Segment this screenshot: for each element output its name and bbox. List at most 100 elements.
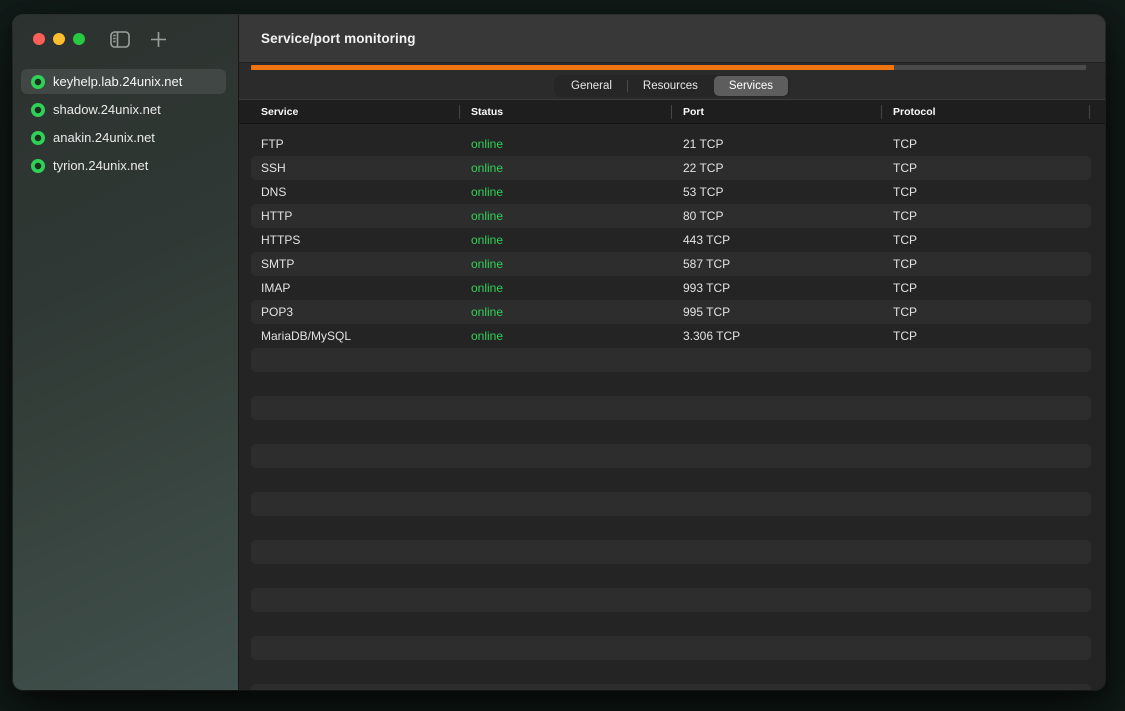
table-row-empty[interactable] bbox=[239, 564, 1105, 588]
main-header: Service/port monitoring bbox=[239, 15, 1105, 63]
cell-protocol: TCP bbox=[881, 156, 1104, 180]
table-row-empty[interactable] bbox=[239, 684, 1105, 690]
table-row-empty[interactable] bbox=[239, 516, 1105, 540]
refresh-progress-fill bbox=[251, 65, 894, 70]
table-row-empty[interactable] bbox=[239, 348, 1105, 372]
table-row-empty[interactable] bbox=[239, 636, 1105, 660]
page-title: Service/port monitoring bbox=[261, 31, 416, 46]
cell-port: 80 TCP bbox=[671, 204, 881, 228]
table-row[interactable]: DNS online 53 TCP TCP bbox=[239, 180, 1105, 204]
column-header-status[interactable]: Status bbox=[459, 100, 671, 124]
add-server-icon[interactable] bbox=[147, 28, 169, 50]
cell-port: 443 TCP bbox=[671, 228, 881, 252]
server-list: keyhelp.lab.24unix.net shadow.24unix.net… bbox=[13, 63, 238, 178]
cell-protocol: TCP bbox=[881, 204, 1104, 228]
cell-service: IMAP bbox=[239, 276, 459, 300]
table-row-empty[interactable] bbox=[239, 492, 1105, 516]
column-divider bbox=[459, 105, 460, 119]
main-pane: Service/port monitoring GeneralResources… bbox=[239, 15, 1105, 690]
cell-protocol: TCP bbox=[881, 324, 1104, 348]
refresh-progress-bar bbox=[251, 65, 1086, 70]
cell-status: online bbox=[459, 228, 671, 252]
server-status-icon bbox=[31, 131, 45, 145]
cell-protocol: TCP bbox=[881, 300, 1104, 324]
table-row-empty[interactable] bbox=[239, 540, 1105, 564]
table-row[interactable]: POP3 online 995 TCP TCP bbox=[239, 300, 1105, 324]
table-row[interactable]: SMTP online 587 TCP TCP bbox=[239, 252, 1105, 276]
cell-status: online bbox=[459, 132, 671, 156]
table-row[interactable]: FTP online 21 TCP TCP bbox=[239, 132, 1105, 156]
cell-status: online bbox=[459, 156, 671, 180]
progress-zone bbox=[239, 63, 1105, 72]
sidebar-toggle-icon[interactable] bbox=[109, 28, 131, 50]
server-label: shadow.24unix.net bbox=[53, 102, 161, 117]
cell-protocol: TCP bbox=[881, 228, 1104, 252]
table-row-empty[interactable] bbox=[239, 660, 1105, 684]
cell-protocol: TCP bbox=[881, 252, 1104, 276]
table-row-empty[interactable] bbox=[239, 468, 1105, 492]
close-button[interactable] bbox=[33, 33, 45, 45]
sidebar-item-server-0[interactable]: keyhelp.lab.24unix.net bbox=[21, 69, 226, 94]
cell-protocol: TCP bbox=[881, 180, 1104, 204]
traffic-lights bbox=[33, 33, 85, 45]
column-divider bbox=[881, 105, 882, 119]
column-header-service[interactable]: Service bbox=[239, 100, 459, 124]
sidebar-item-server-2[interactable]: anakin.24unix.net bbox=[21, 125, 226, 150]
cell-status: online bbox=[459, 300, 671, 324]
cell-service: MariaDB/MySQL bbox=[239, 324, 459, 348]
table-header: ServiceStatusPortProtocol bbox=[239, 100, 1105, 124]
app-window: keyhelp.lab.24unix.net shadow.24unix.net… bbox=[13, 15, 1105, 690]
sidebar-item-server-1[interactable]: shadow.24unix.net bbox=[21, 97, 226, 122]
cell-status: online bbox=[459, 324, 671, 348]
server-label: tyrion.24unix.net bbox=[53, 158, 148, 173]
cell-service: HTTPS bbox=[239, 228, 459, 252]
column-header-port[interactable]: Port bbox=[671, 100, 881, 124]
tab-services[interactable]: Services bbox=[714, 76, 788, 96]
server-status-icon bbox=[31, 159, 45, 173]
table-row[interactable]: IMAP online 993 TCP TCP bbox=[239, 276, 1105, 300]
server-status-icon bbox=[31, 103, 45, 117]
cell-port: 22 TCP bbox=[671, 156, 881, 180]
cell-port: 587 TCP bbox=[671, 252, 881, 276]
cell-port: 3.306 TCP bbox=[671, 324, 881, 348]
cell-status: online bbox=[459, 204, 671, 228]
cell-protocol: TCP bbox=[881, 276, 1104, 300]
tab-resources[interactable]: Resources bbox=[628, 76, 713, 96]
table-row-empty[interactable] bbox=[239, 372, 1105, 396]
column-header-protocol[interactable]: Protocol bbox=[881, 100, 1104, 124]
table-row-empty[interactable] bbox=[239, 588, 1105, 612]
tabs-row: GeneralResourcesServices bbox=[239, 72, 1105, 100]
table-row-empty[interactable] bbox=[239, 612, 1105, 636]
table-row[interactable]: MariaDB/MySQL online 3.306 TCP TCP bbox=[239, 324, 1105, 348]
cell-port: 995 TCP bbox=[671, 300, 881, 324]
minimize-button[interactable] bbox=[53, 33, 65, 45]
table-row-empty[interactable] bbox=[239, 444, 1105, 468]
zoom-button[interactable] bbox=[73, 33, 85, 45]
sidebar-item-server-3[interactable]: tyrion.24unix.net bbox=[21, 153, 226, 178]
server-status-icon bbox=[31, 75, 45, 89]
table-row[interactable]: HTTP online 80 TCP TCP bbox=[239, 204, 1105, 228]
table-row-empty[interactable] bbox=[239, 420, 1105, 444]
cell-status: online bbox=[459, 180, 671, 204]
service-table-body: FTP online 21 TCP TCP SSH online 22 TCP … bbox=[239, 124, 1105, 690]
cell-service: POP3 bbox=[239, 300, 459, 324]
cell-service: FTP bbox=[239, 132, 459, 156]
tab-segmented-control: GeneralResourcesServices bbox=[554, 75, 790, 97]
column-divider bbox=[671, 105, 672, 119]
cell-status: online bbox=[459, 252, 671, 276]
cell-service: DNS bbox=[239, 180, 459, 204]
cell-port: 993 TCP bbox=[671, 276, 881, 300]
sidebar-toolbar bbox=[13, 15, 238, 63]
cell-status: online bbox=[459, 276, 671, 300]
tab-general[interactable]: General bbox=[556, 76, 627, 96]
cell-port: 53 TCP bbox=[671, 180, 881, 204]
cell-service: SMTP bbox=[239, 252, 459, 276]
cell-protocol: TCP bbox=[881, 132, 1104, 156]
table-row[interactable]: HTTPS online 443 TCP TCP bbox=[239, 228, 1105, 252]
desktop: { "window": { "titlebar": { "traffic_lig… bbox=[0, 0, 1125, 711]
table-row-empty[interactable] bbox=[239, 396, 1105, 420]
cell-service: SSH bbox=[239, 156, 459, 180]
cell-port: 21 TCP bbox=[671, 132, 881, 156]
server-label: keyhelp.lab.24unix.net bbox=[53, 74, 182, 89]
table-row[interactable]: SSH online 22 TCP TCP bbox=[239, 156, 1105, 180]
